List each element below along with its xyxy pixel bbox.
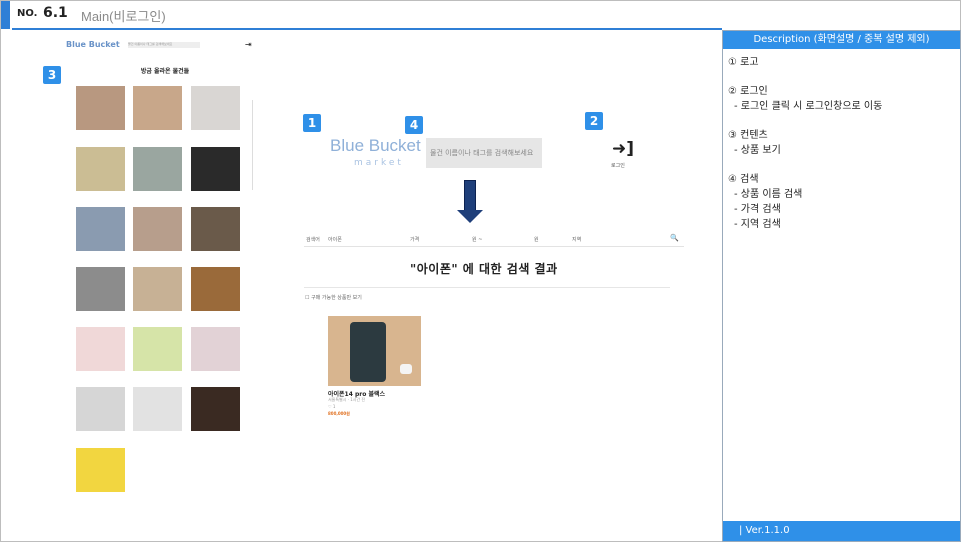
desc-item: - 지역 검색 [734, 219, 781, 230]
badge-2: 2 [585, 112, 603, 130]
mini-search-input[interactable]: 물건 이름이나 태그를 검색해보세요 [128, 42, 200, 48]
filter-name-label: 검색어 [306, 237, 320, 243]
filter-price-label: 가격 [410, 237, 420, 243]
badge-3: 3 [43, 66, 61, 84]
header-accent-bar [1, 1, 10, 29]
desc-item: - 로그인 클릭 시 로그인창으로 이동 [734, 101, 883, 112]
result-divider [304, 287, 670, 288]
recent-items-title: 방금 올라온 물건들 [140, 68, 190, 75]
search-icon[interactable]: 🔍 [670, 234, 679, 242]
product-card[interactable] [76, 387, 126, 431]
badge-1: 1 [303, 114, 321, 132]
filter-price-unit: 원 [534, 237, 539, 243]
product-card[interactable] [191, 147, 241, 191]
product-card[interactable] [191, 207, 241, 251]
desc-section-login: ② 로그인 - 로그인 클릭 시 로그인창으로 이동 [728, 84, 954, 114]
down-arrow-head [457, 210, 483, 223]
filter-divider [304, 246, 684, 247]
result-product-price: 800,000원 [328, 411, 350, 416]
phone-shape [350, 322, 386, 382]
desc-section-title: ③ 컨텐츠 [728, 130, 768, 141]
search-filter-bar: 검색어 아이폰 가격 원 ~ 원 지역 🔍 [304, 233, 684, 245]
product-card[interactable] [76, 327, 126, 371]
desc-section-title: ② 로그인 [728, 86, 768, 97]
earbuds-shape [400, 364, 412, 374]
header-divider [12, 28, 722, 30]
desc-item: - 상품 보기 [734, 145, 781, 156]
product-card[interactable] [133, 387, 183, 431]
product-card[interactable] [133, 327, 183, 371]
desc-item: - 가격 검색 [734, 204, 781, 215]
product-card[interactable] [76, 267, 126, 311]
version-footer: | Ver.1.1.0 [723, 521, 960, 541]
desc-section-title: ④ 검색 [728, 174, 759, 185]
desc-section-contents: ③ 컨텐츠 - 상품 보기 [728, 128, 954, 158]
description-heading: Description (화면설명 / 중복 설명 제외) [723, 31, 960, 49]
down-arrow-icon [464, 180, 476, 212]
product-card[interactable] [191, 327, 241, 371]
product-card[interactable] [133, 86, 183, 130]
product-card[interactable] [76, 86, 126, 130]
mini-logo: Blue Bucket [66, 40, 120, 49]
product-card[interactable] [191, 86, 241, 130]
result-product-image[interactable] [328, 316, 421, 386]
product-card[interactable] [76, 448, 126, 492]
desc-section-title: ① 로고 [728, 57, 759, 68]
header-no-label: NO. [17, 8, 38, 19]
product-card[interactable] [133, 207, 183, 251]
login-label[interactable]: 로그인 [611, 162, 625, 169]
logo[interactable]: Blue Bucket [330, 136, 421, 156]
filter-price-separator: 원 ~ [472, 237, 483, 243]
page-title: Main(비로그인) [81, 9, 166, 24]
product-card[interactable] [133, 267, 183, 311]
product-card[interactable] [191, 387, 241, 431]
result-product-likes: ♡ 1 [328, 404, 336, 409]
product-card[interactable] [76, 207, 126, 251]
desc-section-search: ④ 검색 - 상품 이름 검색 - 가격 검색 - 지역 검색 [728, 172, 954, 232]
filter-name-input[interactable]: 아이폰 [328, 236, 342, 243]
logo-subtitle: market [354, 158, 404, 168]
version-label: | Ver.1.1.0 [739, 525, 790, 536]
header-number: 6.1 [43, 5, 68, 21]
description-panel: Description (화면설명 / 중복 설명 제외) ① 로고 ② 로그인… [722, 30, 961, 542]
login-icon[interactable]: ➜] [612, 139, 634, 159]
search-input[interactable]: 물건 이름이나 태그를 검색해보세요 [426, 138, 542, 168]
available-only-checkbox[interactable]: ☐ 구매 가능한 상품만 보기 [305, 294, 362, 301]
filter-region-label: 지역 [572, 237, 582, 243]
mini-scrollbar [252, 100, 253, 190]
badge-4: 4 [405, 116, 423, 134]
desc-item: - 상품 이름 검색 [734, 189, 803, 200]
search-result-title: "아이폰" 에 대한 검색 결과 [410, 262, 558, 276]
product-card[interactable] [76, 147, 126, 191]
product-card[interactable] [133, 147, 183, 191]
available-only-label: 구매 가능한 상품만 보기 [311, 295, 362, 301]
product-card[interactable] [191, 267, 241, 311]
desc-section-logo: ① 로고 [728, 55, 954, 70]
mini-login-icon[interactable]: ⇥ [245, 40, 252, 49]
description-body: ① 로고 ② 로그인 - 로그인 클릭 시 로그인창으로 이동 ③ 컨텐츠 - … [728, 55, 954, 246]
result-product-location: 서울특별시 · 1시간 전 [328, 397, 366, 402]
